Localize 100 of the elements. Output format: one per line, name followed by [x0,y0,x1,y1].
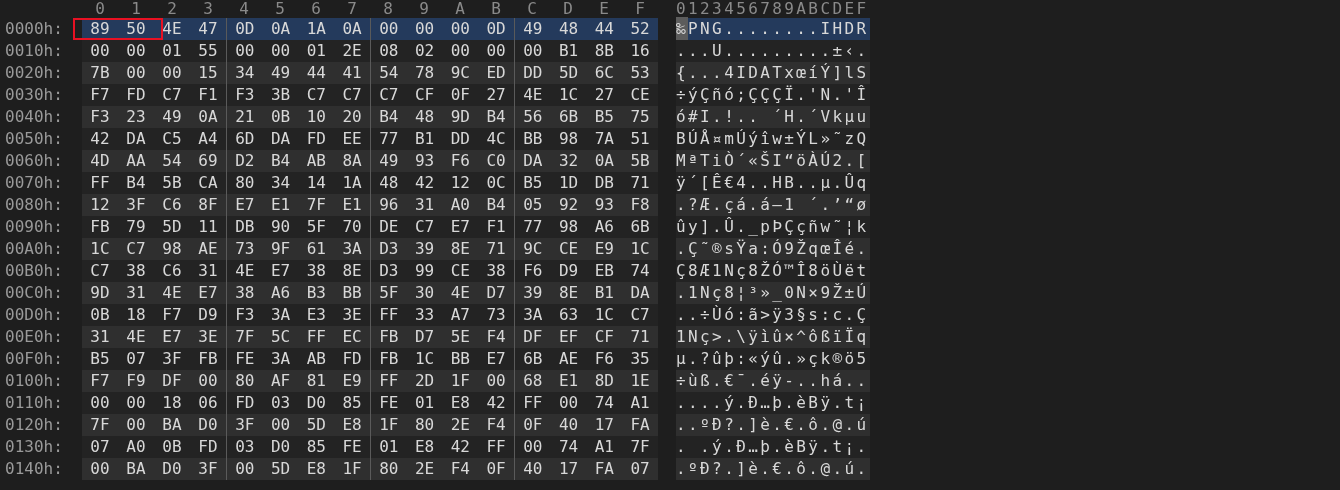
hex-byte: B4 [378,106,400,128]
hex-byte: 16 [629,40,651,62]
hex-byte: 89 [89,18,111,40]
hex-byte: 8B [593,40,615,62]
hex-byte: 2E [341,40,363,62]
hex-byte: 99 [414,260,436,282]
hex-byte: B5 [522,172,544,194]
column-header: F [634,0,646,20]
hex-byte: 21 [234,106,256,128]
hex-byte: E7 [449,216,471,238]
column-header: D [562,0,574,20]
hex-byte: 98 [558,128,580,150]
hex-byte: AF [270,370,292,392]
hex-byte: 31 [197,260,219,282]
hex-byte: 27 [485,84,507,106]
hex-byte: 77 [522,216,544,238]
hex-byte: CF [414,84,436,106]
hex-byte: F7 [89,370,111,392]
hex-byte: 30 [414,282,436,304]
hex-byte: 1E [629,370,651,392]
hex-byte: DA [270,128,292,150]
column-header: 7 [346,0,358,20]
hex-byte: 42 [485,392,507,414]
hex-byte: 1C [558,84,580,106]
hex-byte: DA [125,128,147,150]
hex-byte: 0A [593,150,615,172]
hex-byte: 18 [161,392,183,414]
row-offset: 00B0h: [4,260,64,282]
hex-byte: 00 [270,40,292,62]
hex-byte: 79 [125,216,147,238]
column-header: C [526,0,538,20]
hex-byte: DD [522,62,544,84]
hex-byte: FD [305,128,327,150]
hex-byte: 55 [197,40,219,62]
hex-byte: 00 [558,392,580,414]
hex-byte: 06 [197,392,219,414]
hex-byte: 2D [414,370,436,392]
hex-byte: 00 [197,370,219,392]
hex-byte: 07 [125,348,147,370]
hex-byte: 35 [629,348,651,370]
hex-byte: 9C [449,62,471,84]
row-offset: 0100h: [4,370,64,392]
row-offset: 0030h: [4,84,64,106]
hex-byte: A0 [449,194,471,216]
hex-byte: 11 [197,216,219,238]
hex-byte: 9D [89,282,111,304]
hex-byte: CE [558,238,580,260]
row-offset: 00C0h: [4,282,64,304]
hex-byte: AB [305,150,327,172]
hex-byte: 05 [522,194,544,216]
hex-byte: FF [378,370,400,392]
hex-byte: 4D [89,150,111,172]
hex-byte: E8 [414,436,436,458]
hex-byte: 5D [558,62,580,84]
text-cursor: ‰ [676,17,689,41]
hex-byte: C7 [629,304,651,326]
hex-byte: 01 [414,392,436,414]
hex-byte: 39 [414,238,436,260]
hex-byte: D7 [485,282,507,304]
hex-byte: 8E [341,260,363,282]
hex-byte: 23 [125,106,147,128]
ascii-text: ó#I.!.. ´H.´Vkµu [676,106,869,128]
hex-byte: 15 [197,62,219,84]
hex-byte: 3E [197,326,219,348]
hex-byte: 3A [522,304,544,326]
hex-byte: E8 [449,392,471,414]
hex-byte: C5 [161,128,183,150]
row-offset: 00E0h: [4,326,64,348]
hex-byte: B4 [270,150,292,172]
hex-byte: 80 [414,414,436,436]
column-header: 6 [310,0,322,20]
hex-byte: BA [161,414,183,436]
hex-byte: 7B [89,62,111,84]
hex-byte: F6 [449,150,471,172]
hex-byte: 1F [378,414,400,436]
hex-byte: C6 [161,260,183,282]
hex-byte: FD [125,84,147,106]
column-header: 8 [382,0,394,20]
hex-byte: C7 [161,84,183,106]
hex-byte: 48 [378,172,400,194]
hex-byte: 4E [522,84,544,106]
hex-byte: 00 [234,40,256,62]
row-offset: 0140h: [4,458,64,480]
hex-byte: FF [378,304,400,326]
hex-byte: 54 [378,62,400,84]
hex-byte: 14 [305,172,327,194]
ascii-text: ÷ýÇñó;ÇÇÇÏ.'N.'Î [676,84,869,106]
hex-byte: 5F [305,216,327,238]
row-offset: 0080h: [4,194,64,216]
hex-byte: FF [89,172,111,194]
hex-byte: 3F [234,414,256,436]
hex-byte: 3F [197,458,219,480]
hex-byte: 51 [629,128,651,150]
column-header: 2 [166,0,178,20]
hex-byte: 9C [522,238,544,260]
hex-byte: 7F [234,326,256,348]
hex-byte: BB [449,348,471,370]
hex-byte: 03 [234,436,256,458]
hex-byte: 5E [449,326,471,348]
hex-byte: 2E [449,414,471,436]
